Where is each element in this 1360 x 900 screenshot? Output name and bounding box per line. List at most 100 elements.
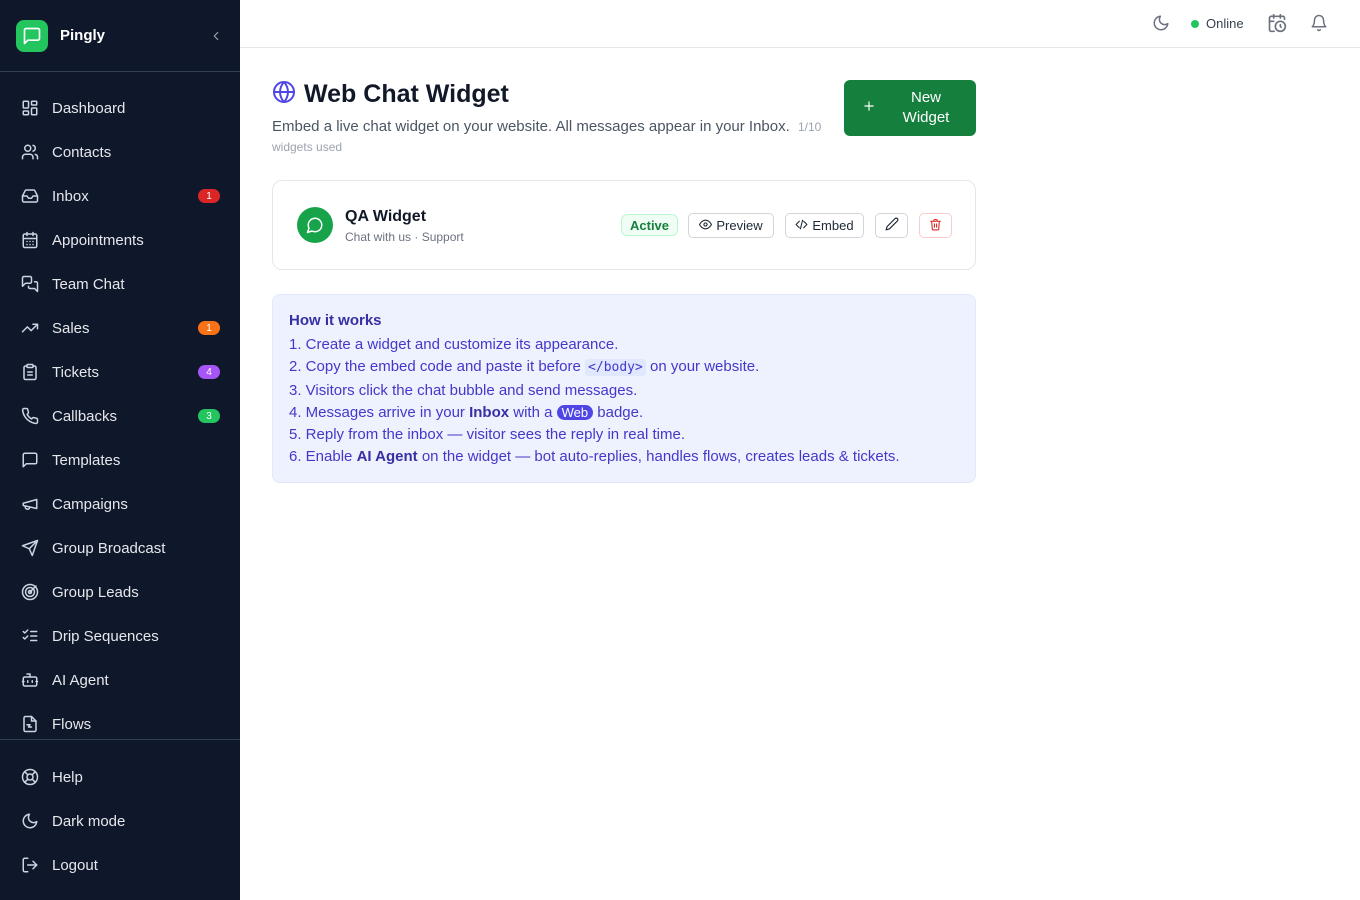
widget-subtitle: Chat with us · Support	[345, 230, 464, 244]
step-2: 2. Copy the embed code and paste it befo…	[289, 356, 959, 379]
sidebar-item-ai-agent[interactable]: AI Agent	[0, 658, 240, 702]
step-4-text: 4. Messages arrive in your	[289, 403, 465, 421]
sidebar-item-dashboard[interactable]: Dashboard	[0, 86, 240, 130]
calendar-clock-icon[interactable]	[1267, 13, 1289, 35]
step-1: 1. Create a widget and customize its app…	[289, 336, 619, 353]
sidebar-item-templates[interactable]: Templates	[0, 438, 240, 482]
sidebar-item-sales[interactable]: Sales 1	[0, 306, 240, 350]
contacts-icon	[20, 142, 40, 162]
edit-button[interactable]	[875, 213, 908, 238]
delete-button[interactable]	[919, 213, 952, 238]
sidebar-item-label: Templates	[52, 451, 121, 469]
inbox-icon	[20, 186, 40, 206]
send-icon	[20, 538, 40, 558]
how-it-works-title: How it works	[289, 312, 382, 329]
sidebar-item-label: Group Leads	[52, 583, 139, 601]
sidebar-nav: Dashboard Contacts Inbox 1 Appointments …	[0, 72, 240, 746]
sidebar-item-label: Sales	[52, 319, 90, 337]
sidebar-item-label: Campaigns	[52, 495, 128, 513]
status-label: Online	[1206, 16, 1244, 31]
sidebar-item-label: Dark mode	[52, 812, 126, 830]
theme-toggle-moon-icon[interactable]	[1152, 14, 1172, 34]
inbox-emphasis: Inbox	[469, 403, 510, 421]
sidebar-item-drip-sequences[interactable]: Drip Sequences	[0, 614, 240, 658]
web-badge: Web	[556, 404, 594, 420]
step-2-text: 2. Copy the embed code and paste it befo…	[289, 358, 581, 376]
eye-icon	[699, 218, 713, 234]
bot-icon	[20, 670, 40, 690]
trending-up-icon	[20, 318, 40, 338]
ai-agent-emphasis: AI Agent	[356, 448, 418, 466]
sidebar-item-logout[interactable]: Logout	[0, 843, 240, 887]
logout-icon	[20, 855, 40, 875]
new-widget-button[interactable]: New Widget	[844, 80, 976, 136]
sidebar-item-team-chat[interactable]: Team Chat	[0, 262, 240, 306]
brand: Pingly	[0, 0, 240, 72]
sidebar-item-group-leads[interactable]: Group Leads	[0, 570, 240, 614]
sidebar-item-campaigns[interactable]: Campaigns	[0, 482, 240, 526]
page-title: Web Chat Widget	[304, 80, 509, 108]
megaphone-icon	[20, 494, 40, 514]
app-name: Pingly	[60, 27, 106, 44]
sidebar-item-label: Flows	[52, 715, 92, 733]
sidebar-item-appointments[interactable]: Appointments	[0, 218, 240, 262]
code-icon	[795, 218, 808, 234]
sidebar-item-label: Appointments	[52, 231, 144, 249]
sidebar-item-tickets[interactable]: Tickets 4	[0, 350, 240, 394]
notifications-bell-icon[interactable]	[1310, 14, 1330, 34]
sidebar-item-help[interactable]: Help	[0, 755, 240, 799]
team-chat-icon	[20, 274, 40, 294]
sidebar-item-label: Logout	[52, 856, 98, 874]
globe-icon	[272, 80, 296, 109]
status-badge: Active	[621, 214, 679, 236]
widget-name: QA Widget	[345, 208, 427, 225]
new-widget-label: New Widget	[902, 89, 950, 126]
topbar: Online	[240, 0, 1360, 48]
step-6: 6. Enable AI Agent on the widget — bot a…	[289, 446, 959, 468]
sales-count-badge: 1	[198, 321, 220, 335]
body-tag-code: </body>	[585, 359, 646, 377]
sidebar-item-group-broadcast[interactable]: Group Broadcast	[0, 526, 240, 570]
main-content: Web Chat Widget Embed a live chat widget…	[272, 80, 976, 483]
sidebar-item-contacts[interactable]: Contacts	[0, 130, 240, 174]
sidebar-footer: Help Dark mode Logout	[0, 739, 240, 887]
page-subtitle: Embed a live chat widget on your website…	[272, 117, 832, 157]
dashboard-icon	[20, 98, 40, 118]
sidebar: Pingly Dashboard Contacts Inbox 1 Appoin…	[0, 0, 240, 900]
sidebar-item-dark-mode[interactable]: Dark mode	[0, 799, 240, 843]
step-3: 3. Visitors click the chat bubble and se…	[289, 381, 638, 399]
sidebar-item-label: Team Chat	[52, 275, 125, 293]
flows-icon	[20, 714, 40, 734]
callbacks-count-badge: 3	[198, 409, 220, 423]
moon-icon	[20, 811, 40, 831]
sidebar-item-label: Tickets	[52, 363, 99, 381]
preview-button[interactable]: Preview	[688, 213, 774, 238]
widget-card: QA Widget Chat with us · Support Active …	[272, 180, 976, 270]
pencil-icon	[885, 217, 899, 234]
online-status[interactable]: Online	[1191, 16, 1244, 31]
plus-icon	[862, 99, 876, 118]
step-5: 5. Reply from the inbox — visitor sees t…	[289, 426, 685, 444]
sidebar-item-callbacks[interactable]: Callbacks 3	[0, 394, 240, 438]
clipboard-icon	[20, 362, 40, 382]
inbox-count-badge: 1	[198, 189, 220, 203]
pingly-logo-icon	[16, 19, 48, 52]
step-6-text: 6. Enable	[289, 448, 353, 466]
calendar-icon	[20, 230, 40, 250]
subtitle-text: Embed a live chat widget on your website…	[272, 118, 790, 135]
step-4-text-end: badge.	[597, 403, 644, 421]
status-dot	[1191, 19, 1199, 28]
tickets-count-badge: 4	[198, 365, 220, 379]
phone-icon	[20, 406, 40, 426]
sidebar-item-inbox[interactable]: Inbox 1	[0, 174, 240, 218]
sidebar-item-label: AI Agent	[52, 671, 109, 689]
list-checks-icon	[20, 626, 40, 646]
sidebar-item-label: Drip Sequences	[52, 627, 159, 645]
step-4-text-mid: with a	[513, 403, 553, 421]
embed-button[interactable]: Embed	[785, 213, 864, 238]
preview-label: Preview	[716, 218, 763, 233]
collapse-sidebar-icon[interactable]	[208, 28, 224, 44]
sidebar-item-label: Callbacks	[52, 407, 118, 425]
sidebar-item-label: Contacts	[52, 143, 112, 161]
step-2-text-end: on your website.	[650, 358, 760, 376]
